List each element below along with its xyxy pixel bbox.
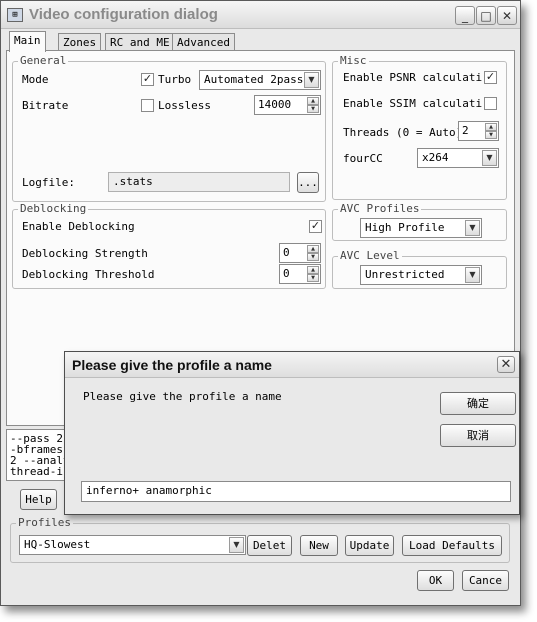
fourcc-select[interactable]: x264 ▼ [417, 148, 499, 168]
update-profile-button[interactable]: Update [345, 535, 394, 556]
tab-zones[interactable]: Zones [58, 33, 102, 51]
tab-advanced[interactable]: Advanced [172, 33, 235, 51]
fourcc-label: fourCC [343, 152, 383, 165]
mode-select[interactable]: Automated 2pass ▼ [199, 70, 321, 90]
misc-group: Misc Enable PSNR calculati ✓ Enable SSIM… [332, 54, 507, 200]
dialog-title: Please give the profile a name [72, 357, 272, 373]
spin-up-icon[interactable]: ▲ [485, 123, 497, 131]
spin-down-icon[interactable]: ▼ [307, 274, 319, 282]
load-defaults-button[interactable]: Load Defaults [402, 535, 502, 556]
avc-profile-select[interactable]: High Profile ▼ [360, 218, 482, 238]
dialog-cancel-button[interactable]: 取消 [440, 424, 516, 447]
title-bar[interactable]: ⊞ Video configuration dialog _ □ ✕ [1, 1, 520, 29]
chevron-down-icon[interactable]: ▼ [465, 267, 480, 283]
profile-name-dialog: Please give the profile a name ✕ Please … [64, 351, 520, 515]
window-title: Video configuration dialog [29, 6, 218, 23]
mode-value: Automated 2pass [204, 73, 304, 86]
threads-stepper[interactable]: 2 ▲ ▼ [458, 121, 499, 141]
enable-deblocking-checkbox[interactable]: ✓ [309, 220, 322, 233]
profiles-legend: Profiles [16, 516, 73, 529]
profile-value: HQ-Slowest [24, 538, 91, 551]
ssim-checkbox[interactable] [484, 97, 497, 110]
profile-name-value: inferno+ anamorphic [86, 484, 212, 497]
tab-main[interactable]: Main [9, 31, 46, 52]
tab-rc-and-me[interactable]: RC and ME [105, 33, 175, 51]
chevron-down-icon[interactable]: ▼ [229, 537, 244, 553]
spin-down-icon[interactable]: ▼ [307, 105, 319, 113]
chevron-down-icon[interactable]: ▼ [482, 150, 497, 166]
general-legend: General [18, 54, 69, 67]
spin-up-icon[interactable]: ▲ [307, 97, 319, 105]
logfile-value: .stats [113, 175, 153, 188]
dialog-ok-button[interactable]: 确定 [440, 392, 516, 415]
deblocking-threshold-stepper[interactable]: 0 ▲ ▼ [279, 264, 321, 284]
help-button[interactable]: Help [20, 489, 57, 510]
minimize-icon[interactable]: _ [455, 6, 475, 25]
threads-value: 2 [462, 124, 469, 137]
fourcc-value: x264 [422, 151, 449, 164]
avc-profiles-group: AVC Profiles High Profile ▼ [332, 202, 507, 241]
dialog-prompt: Please give the profile a name [83, 390, 282, 403]
lossless-checkbox[interactable] [141, 99, 154, 112]
enable-deblocking-label: Enable Deblocking [22, 220, 135, 233]
avc-level-select[interactable]: Unrestricted ▼ [360, 265, 482, 285]
app-icon: ⊞ [7, 8, 23, 22]
bitrate-stepper[interactable]: 14000 ▲ ▼ [254, 95, 321, 115]
psnr-label: Enable PSNR calculati [343, 71, 483, 84]
avc-level-group: AVC Level Unrestricted ▼ [332, 249, 507, 289]
spin-down-icon[interactable]: ▼ [307, 253, 319, 261]
mode-label: Mode [22, 73, 49, 86]
spin-up-icon[interactable]: ▲ [307, 245, 319, 253]
ssim-label: Enable SSIM calculati [343, 97, 483, 110]
deblocking-legend: Deblocking [18, 202, 89, 215]
threads-label: Threads (0 = Auto) [343, 126, 463, 139]
cancel-button[interactable]: Cance [462, 570, 509, 591]
avc-level-value: Unrestricted [365, 268, 445, 281]
deblocking-strength-label: Deblocking Strength [22, 247, 148, 260]
lossless-label: Lossless [158, 99, 211, 112]
profile-select[interactable]: HQ-Slowest ▼ [19, 535, 246, 555]
browse-logfile-button[interactable]: ... [297, 172, 319, 193]
deblocking-threshold-value: 0 [283, 267, 290, 280]
turbo-label: Turbo [158, 73, 192, 86]
deblocking-strength-stepper[interactable]: 0 ▲ ▼ [279, 243, 321, 263]
dialog-title-bar[interactable]: Please give the profile a name ✕ [65, 352, 519, 378]
deblocking-group: Deblocking Enable Deblocking ✓ Deblockin… [12, 202, 326, 289]
spin-down-icon[interactable]: ▼ [485, 131, 497, 139]
bitrate-label: Bitrate [22, 99, 69, 112]
spin-up-icon[interactable]: ▲ [307, 266, 319, 274]
new-profile-button[interactable]: New [300, 535, 338, 556]
avc-profile-value: High Profile [365, 221, 445, 234]
psnr-checkbox[interactable]: ✓ [484, 71, 497, 84]
avc-level-legend: AVC Level [338, 249, 402, 262]
delete-profile-button[interactable]: Delet [247, 535, 292, 556]
deblocking-threshold-label: Deblocking Threshold [22, 268, 155, 281]
command-line-row: thread-in [10, 465, 70, 478]
maximize-icon[interactable]: □ [476, 6, 496, 25]
misc-legend: Misc [338, 54, 369, 67]
profile-name-input[interactable]: inferno+ anamorphic [81, 481, 511, 502]
general-group: General Mode ✓ Turbo Automated 2pass ▼ B… [12, 54, 326, 202]
chevron-down-icon[interactable]: ▼ [304, 72, 319, 88]
bitrate-value: 14000 [258, 98, 292, 111]
logfile-label: Logfile: [22, 176, 75, 189]
turbo-checkbox[interactable]: ✓ [141, 73, 154, 86]
profiles-group: Profiles HQ-Slowest ▼ Delet New Update L… [10, 516, 510, 563]
video-config-window: ⊞ Video configuration dialog _ □ ✕ Main … [0, 0, 521, 606]
avc-profiles-legend: AVC Profiles [338, 202, 422, 215]
deblocking-strength-value: 0 [283, 246, 290, 259]
logfile-field[interactable]: .stats [108, 172, 290, 192]
ok-button[interactable]: OK [417, 570, 454, 591]
chevron-down-icon[interactable]: ▼ [465, 220, 480, 236]
close-icon[interactable]: ✕ [497, 6, 517, 25]
close-icon[interactable]: ✕ [497, 356, 515, 373]
